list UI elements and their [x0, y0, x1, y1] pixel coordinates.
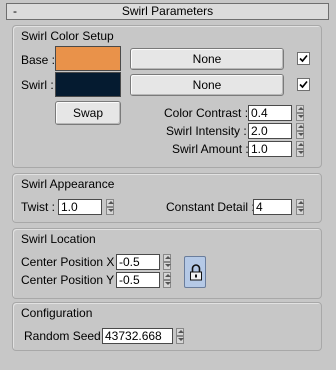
swirl-amount-input[interactable]: 1.0: [248, 141, 292, 157]
rollout-header[interactable]: - Swirl Parameters: [6, 3, 329, 20]
swirl-intensity-spinner[interactable]: [296, 123, 304, 139]
swirl-appearance-group: Swirl Appearance: [12, 173, 322, 223]
random-seed-label: Random Seed :: [24, 329, 108, 343]
center-y-input[interactable]: -0.5: [116, 272, 160, 288]
swirl-amount-label: Swirl Amount :: [172, 142, 249, 156]
constant-detail-spinner[interactable]: [296, 199, 304, 215]
spinner-down-icon: [178, 338, 184, 341]
constant-detail-label: Constant Detail :: [166, 200, 255, 214]
group-title: Swirl Appearance: [21, 177, 115, 191]
swirl-map-button[interactable]: None: [130, 74, 284, 96]
color-contrast-spinner[interactable]: [296, 105, 304, 121]
spinner-up-icon: [178, 330, 184, 333]
swirl-intensity-input[interactable]: 2.0: [248, 123, 292, 139]
spinner-up-icon: [298, 201, 304, 204]
base-map-button[interactable]: None: [130, 48, 284, 70]
spinner-up-icon: [298, 143, 304, 146]
center-x-spinner[interactable]: [163, 254, 171, 270]
group-title: Swirl Color Setup: [21, 29, 114, 43]
twist-input[interactable]: 1.0: [58, 199, 102, 215]
group-title: Swirl Location: [21, 232, 96, 246]
spinner-down-icon: [165, 282, 171, 285]
swirl-intensity-label: Swirl Intensity :: [166, 124, 247, 138]
lock-center-button[interactable]: [184, 256, 206, 288]
spinner-down-icon: [298, 115, 304, 118]
base-color-swatch[interactable]: [55, 46, 121, 71]
spinner-down-icon: [108, 209, 114, 212]
random-seed-input[interactable]: 43732.668: [102, 328, 173, 344]
check-icon: [299, 80, 308, 89]
center-x-label: Center Position X :: [21, 255, 122, 269]
swirl-color-swatch[interactable]: [55, 72, 121, 97]
twist-spinner[interactable]: [106, 199, 114, 215]
base-label: Base :: [21, 53, 56, 67]
lock-icon: [190, 264, 202, 281]
spinner-up-icon: [298, 107, 304, 110]
spinner-down-icon: [298, 133, 304, 136]
swap-button[interactable]: Swap: [55, 101, 121, 125]
center-y-label: Center Position Y :: [21, 273, 121, 287]
twist-label: Twist :: [21, 200, 56, 214]
color-contrast-label: Color Contrast :: [164, 106, 249, 120]
base-map-checkbox[interactable]: [297, 52, 310, 65]
color-contrast-input[interactable]: 0.4: [248, 105, 292, 121]
swirl-label: Swirl :: [21, 78, 54, 92]
swirl-map-checkbox[interactable]: [297, 78, 310, 91]
spinner-down-icon: [298, 151, 304, 154]
swirl-amount-spinner[interactable]: [296, 141, 304, 157]
center-y-spinner[interactable]: [163, 272, 171, 288]
random-seed-spinner[interactable]: [176, 328, 184, 344]
group-title: Configuration: [21, 306, 93, 320]
spinner-down-icon: [298, 209, 304, 212]
spinner-down-icon: [165, 264, 171, 267]
rollout-title: Swirl Parameters: [121, 4, 214, 18]
spinner-up-icon: [165, 256, 171, 259]
spinner-up-icon: [165, 274, 171, 277]
spinner-up-icon: [298, 125, 304, 128]
check-icon: [299, 54, 308, 63]
center-x-input[interactable]: -0.5: [116, 254, 160, 270]
constant-detail-input[interactable]: 4: [253, 199, 292, 215]
spinner-up-icon: [108, 201, 114, 204]
